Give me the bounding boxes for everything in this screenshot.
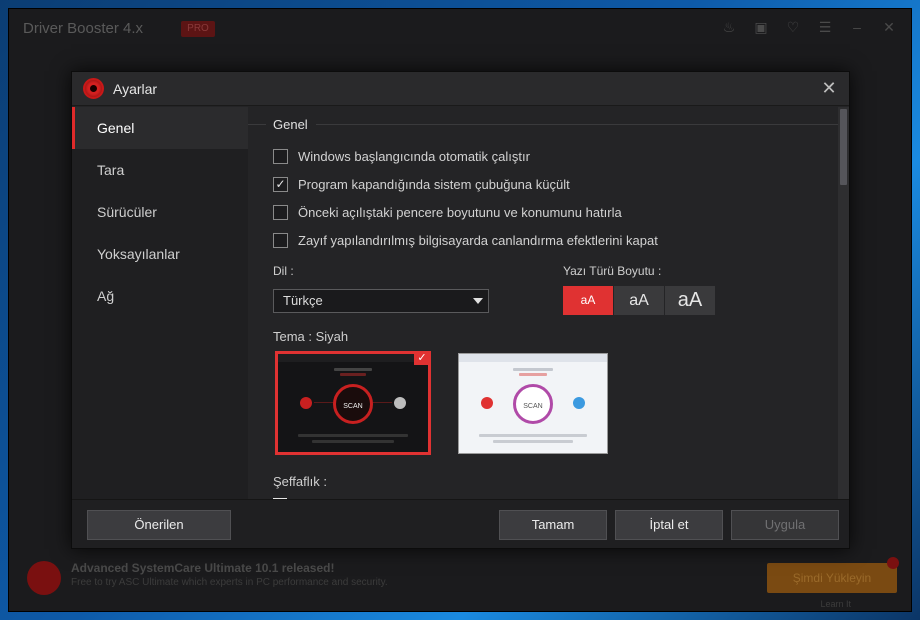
check-icon: ✓ (414, 351, 430, 365)
sidebar-item-suruculer[interactable]: Sürücüler (72, 191, 248, 233)
sidebar-item-ag[interactable]: Ağ (72, 275, 248, 317)
dialog-title: Ayarlar (113, 81, 158, 97)
language-value: Türkçe (283, 293, 323, 308)
content-scrollbar[interactable] (838, 107, 849, 499)
background-titlebar: Driver Booster 4.x PRO ♨ ▣ ♡ ☰ – ✕ (9, 9, 911, 49)
background-window-controls: ♨ ▣ ♡ ☰ – ✕ (721, 19, 897, 35)
app-logo-icon (83, 78, 104, 99)
promo-banner: Advanced SystemCare Ultimate 10.1 releas… (9, 553, 911, 613)
font-size-medium-button[interactable]: aA (614, 286, 664, 315)
gift-icon: ♨ (722, 19, 736, 35)
pro-badge: PRO (181, 21, 215, 37)
mini-scan-circle: SCAN (333, 384, 373, 424)
checkbox-box[interactable]: ✓ (273, 176, 288, 192)
promo-subtitle: Free to try ASC Ultimate which experts i… (71, 577, 388, 588)
calendar-icon: ▣ (754, 19, 768, 35)
dialog-footer: Önerilen Tamam İptal et Uygula (72, 499, 849, 548)
shield-icon: ♡ (786, 19, 800, 35)
checkbox-box[interactable] (273, 232, 288, 248)
font-size-large-button[interactable]: aA (665, 286, 715, 315)
theme-light-preview[interactable]: SCAN (458, 353, 608, 454)
mini-component-icon (394, 397, 406, 409)
background-app-title: Driver Booster 4.x (23, 20, 144, 37)
opacity-label: Şeffaflık : (273, 474, 327, 489)
checkbox-box[interactable] (273, 148, 288, 164)
checkbox-label: Windows başlangıcında otomatik çalıştır (298, 148, 530, 164)
cancel-button[interactable]: İptal et (615, 510, 723, 540)
chevron-down-icon (473, 298, 483, 304)
promo-learn-link: Learn It (820, 599, 851, 609)
language-select[interactable]: Türkçe (273, 289, 489, 313)
section-title: Genel (273, 117, 308, 132)
settings-content: Genel Windows başlangıcında otomatik çal… (248, 107, 839, 499)
close-icon: ✕ (883, 19, 895, 35)
check-icon: ✓ (275, 177, 286, 191)
sidebar-item-yoksayilanlar[interactable]: Yoksayılanlar (72, 233, 248, 275)
theme-label: Tema : Siyah (273, 329, 349, 344)
checkbox-autostart[interactable]: Windows başlangıcında otomatik çalıştır (273, 147, 530, 165)
promo-close-icon (887, 557, 899, 569)
checkbox-minimize-to-tray[interactable]: ✓ Program kapandığında sistem çubuğuna k… (273, 175, 570, 193)
sidebar-item-genel[interactable]: Genel (72, 107, 248, 149)
ok-button[interactable]: Tamam (499, 510, 607, 540)
dialog-titlebar: Ayarlar ✕ (72, 72, 849, 106)
promo-title: Advanced SystemCare Ultimate 10.1 releas… (71, 561, 335, 575)
promo-app-icon (27, 561, 61, 595)
settings-sidebar: Genel Tara Sürücüler Yoksayılanlar Ağ (72, 107, 248, 499)
font-size-label: Yazı Türü Boyutu : (563, 264, 662, 278)
theme-dark-preview[interactable]: SCAN ✓ (275, 351, 431, 455)
menu-icon: ☰ (818, 19, 832, 35)
mini-scan-circle: SCAN (513, 384, 553, 424)
section-divider (248, 124, 839, 125)
font-size-group: aA aA aA (563, 286, 716, 315)
scrollbar-thumb[interactable] (840, 109, 847, 185)
promo-install-button: Şimdi Yükleyin (767, 563, 897, 593)
close-icon[interactable]: ✕ (819, 78, 839, 98)
settings-dialog: Ayarlar ✕ Genel Tara Sürücüler Yoksayıla… (71, 71, 850, 549)
sidebar-item-tara[interactable]: Tara (72, 149, 248, 191)
checkbox-label: Program kapandığında sistem çubuğuna küç… (298, 176, 570, 192)
checkbox-box[interactable] (273, 204, 288, 220)
checkbox-label: Zayıf yapılandırılmış bilgisayarda canla… (298, 232, 658, 248)
checkbox-label: Önceki açılıştaki pencere boyutunu ve ko… (298, 204, 622, 220)
recommended-button[interactable]: Önerilen (87, 510, 231, 540)
mini-driver-icon (300, 397, 312, 409)
language-label: Dil : (273, 264, 294, 278)
checkbox-remember-window[interactable]: Önceki açılıştaki pencere boyutunu ve ko… (273, 203, 622, 221)
mini-component-icon (573, 397, 585, 409)
font-size-small-button[interactable]: aA (563, 286, 613, 315)
mini-driver-icon (481, 397, 493, 409)
minimize-icon: – (853, 19, 861, 35)
checkbox-disable-animations[interactable]: Zayıf yapılandırılmış bilgisayarda canla… (273, 231, 658, 249)
apply-button[interactable]: Uygula (731, 510, 839, 540)
